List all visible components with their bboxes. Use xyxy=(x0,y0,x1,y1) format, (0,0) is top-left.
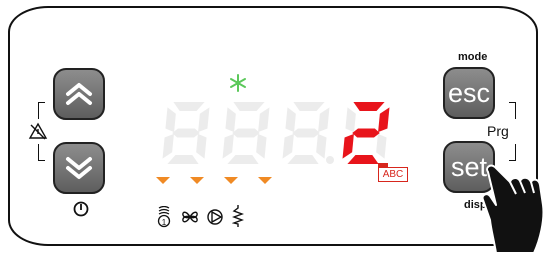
digit-3-segment-d xyxy=(287,155,319,164)
prg-label: Prg xyxy=(487,123,509,139)
up-chevrons-icon xyxy=(66,83,92,105)
digit-3-segment-b xyxy=(318,107,330,133)
mode-label: mode xyxy=(458,51,488,63)
status-arrow-4 xyxy=(258,177,272,184)
status-arrow-1 xyxy=(156,177,170,184)
up-button[interactable] xyxy=(53,68,105,120)
pump-icon xyxy=(207,209,223,225)
digit-4-segment-e xyxy=(342,133,354,159)
digit-2-segment-a xyxy=(233,102,265,111)
digit-2-segment-f xyxy=(225,107,236,133)
digit-3-segment-e xyxy=(282,133,294,159)
alarm-muted-icon xyxy=(28,122,48,140)
decimal-point xyxy=(326,156,334,164)
seven-segment-display xyxy=(162,102,390,164)
digit-4-segment-a xyxy=(353,102,385,111)
digit-4-segment-f xyxy=(345,107,356,133)
digit-1-segment-b xyxy=(198,107,210,133)
digit-4-segment-d xyxy=(347,155,379,164)
digit-3-segment-f xyxy=(285,107,296,133)
digit-1-segment-a xyxy=(173,102,205,111)
digit-2-segment-d xyxy=(227,155,259,164)
digit-1-segment-f xyxy=(165,107,176,133)
digit-4-segment-b xyxy=(378,107,390,133)
svg-text:1: 1 xyxy=(162,218,167,227)
right-bracket-bottom xyxy=(509,144,516,161)
status-arrow-2 xyxy=(190,177,204,184)
digit-2-segment-e xyxy=(222,133,234,159)
digit-3-segment-c xyxy=(316,133,327,159)
abc-indicator: ABC xyxy=(378,167,408,182)
digit-4-segment-g xyxy=(352,128,380,138)
esc-button-label: esc xyxy=(447,77,491,108)
compressor-icon: 1 xyxy=(157,206,171,228)
heater-icon xyxy=(232,205,244,227)
snowflake-icon xyxy=(230,74,246,92)
down-button[interactable] xyxy=(53,142,105,194)
fan-icon xyxy=(182,211,198,223)
digit-2-segment-c xyxy=(256,133,267,159)
digit-4-segment-c xyxy=(376,133,387,159)
status-arrow-3 xyxy=(224,177,238,184)
down-chevrons-icon xyxy=(66,157,92,179)
digit-1-segment-d xyxy=(167,155,199,164)
left-bracket-top xyxy=(38,102,45,119)
right-bracket-top xyxy=(509,102,516,119)
hand-pointer-icon xyxy=(481,164,545,253)
left-bracket-bottom xyxy=(38,144,45,161)
digit-2-segment-g xyxy=(232,128,260,138)
digit-3-segment-a xyxy=(293,102,325,111)
esc-button[interactable]: esc xyxy=(443,67,495,119)
digit-3-segment-g xyxy=(292,128,320,138)
status-arrows xyxy=(156,177,272,184)
digit-1-segment-c xyxy=(196,133,207,159)
power-icon[interactable] xyxy=(73,201,89,217)
digit-1-segment-e xyxy=(162,133,174,159)
digit-2-segment-b xyxy=(258,107,270,133)
digit-1-segment-g xyxy=(172,128,200,138)
